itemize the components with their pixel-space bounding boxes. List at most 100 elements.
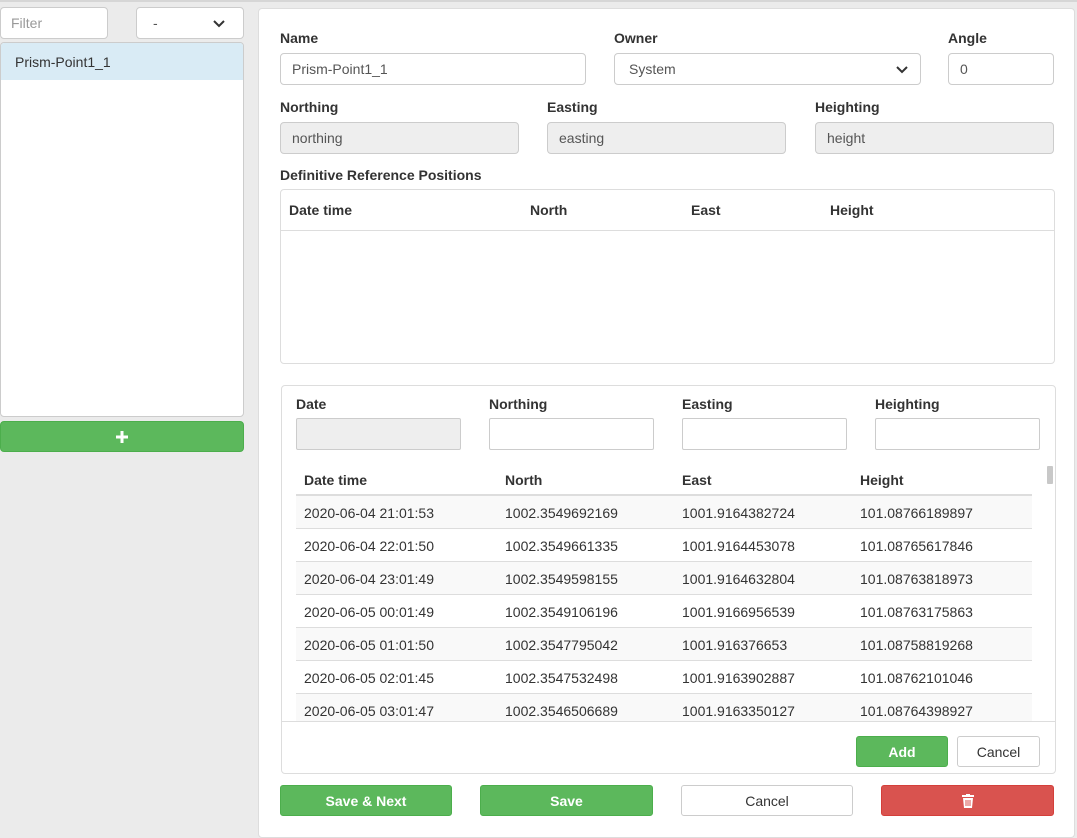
table-cell: 101.08763818973 [860,571,973,587]
column-header[interactable]: North [505,472,542,488]
table-cell: 1002.3549692169 [505,505,618,521]
table-row[interactable]: 2020-06-04 22:01:50 1002.3549661335 1001.9… [296,529,1032,562]
northing-field[interactable]: northing [280,122,519,154]
column-header[interactable]: Date time [304,472,367,488]
table-cell: 101.08764398927 [860,703,973,719]
save-button[interactable]: Save [480,785,653,816]
column-header[interactable]: North [530,202,567,218]
easting-field[interactable]: easting [547,122,786,154]
table-row[interactable]: 2020-06-04 23:01:49 1002.3549598155 1001.9… [296,562,1032,595]
column-header[interactable]: East [691,202,721,218]
name-field[interactable]: Prism-Point1_1 [280,53,586,85]
top-border [0,0,1077,2]
positions-table: Date time North East Height 2020-06-04 2… [296,464,1032,721]
cancel-button[interactable]: Cancel [681,785,853,816]
northing-placeholder: northing [292,130,343,146]
table-cell: 1001.9166956539 [682,604,795,620]
column-header[interactable]: Height [860,472,904,488]
owner-select[interactable]: System [614,53,921,85]
table-cell: 1002.3549106196 [505,604,618,620]
easting-placeholder: easting [559,130,605,146]
name-label: Name [280,30,319,46]
save-next-button[interactable]: Save & Next [280,785,452,816]
table-cell: 101.08763175863 [860,604,973,620]
table-cell: 2020-06-05 01:01:50 [304,637,434,653]
detail-panel: Name Prism-Point1_1 Owner System Angle 0… [258,8,1075,838]
name-value: Prism-Point1_1 [292,61,388,77]
heighting-label: Heighting [815,99,880,115]
table-cell: 1001.9163902887 [682,670,795,686]
easting-input[interactable] [682,418,847,450]
reference-title: Definitive Reference Positions [280,167,482,183]
sort-select[interactable]: - [136,7,244,39]
date-label: Date [296,396,327,412]
trash-icon [961,793,974,808]
angle-value: 0 [960,61,968,77]
owner-label: Owner [614,30,658,46]
reference-table-header: Date time North East Height [281,190,1054,231]
table-cell: 101.08762101046 [860,670,973,686]
save-next-label: Save & Next [325,792,407,809]
cancel-label: Cancel [745,792,789,809]
table-cell: 101.08758819268 [860,637,973,653]
table-row[interactable]: 2020-06-05 00:01:49 1002.3549106196 1001.9… [296,595,1032,628]
editor-cancel-button[interactable]: Cancel [957,736,1040,767]
editor-cancel-label: Cancel [976,743,1021,760]
northing-input[interactable] [489,418,654,450]
reference-table: Date time North East Height [280,189,1055,364]
editor-easting-label: Easting [682,396,733,412]
table-row[interactable]: 2020-06-04 21:01:53 1002.3549692169 1001.9… [296,496,1032,529]
chevron-down-icon [896,66,908,74]
table-cell: 1001.9164382724 [682,505,795,521]
list-item-label: Prism-Point1_1 [15,53,111,70]
table-row[interactable]: 2020-06-05 03:01:47 1002.3546506689 1001.9… [296,694,1032,721]
column-header[interactable]: East [682,472,712,488]
owner-value: System [629,61,676,77]
northing-label: Northing [280,99,339,115]
point-list: Prism-Point1_1 [0,42,244,417]
table-cell: 1002.3546506689 [505,703,618,719]
plus-icon [116,430,128,443]
add-point-button[interactable] [0,421,244,452]
table-cell: 1001.9163350127 [682,703,795,719]
heighting-input[interactable] [875,418,1040,450]
list-item[interactable]: Prism-Point1_1 [1,43,243,80]
positions-table-header: Date time North East Height [296,464,1032,496]
delete-button[interactable] [881,785,1054,816]
add-button-label: Add [888,743,916,760]
table-row[interactable]: 2020-06-05 02:01:45 1002.3547532498 1001.9… [296,661,1032,694]
filter-input[interactable] [0,7,108,39]
table-cell: 1001.916376653 [682,637,788,653]
add-button[interactable]: Add [856,736,948,767]
table-cell: 1001.9164632804 [682,571,795,587]
table-cell: 2020-06-05 03:01:47 [304,703,434,719]
table-cell: 1002.3549598155 [505,571,618,587]
scrollbar-thumb[interactable] [1047,466,1053,484]
table-cell: 2020-06-05 02:01:45 [304,670,434,686]
table-cell: 101.08766189897 [860,505,973,521]
easting-label: Easting [547,99,598,115]
heighting-placeholder: height [827,130,866,146]
save-label: Save [550,792,583,809]
chevron-down-icon [213,20,225,28]
table-row[interactable]: 2020-06-05 01:01:50 1002.3547795042 1001.9… [296,628,1032,661]
positions-table-body: 2020-06-04 21:01:53 1002.3549692169 1001.9… [296,496,1032,721]
column-header[interactable]: Date time [289,202,352,218]
table-cell: 1002.3547532498 [505,670,618,686]
table-cell: 1001.9164453078 [682,538,795,554]
table-cell: 2020-06-05 00:01:49 [304,604,434,620]
editor-footer-divider [282,721,1055,722]
table-cell: 1002.3549661335 [505,538,618,554]
sort-select-value: - [153,15,158,31]
heighting-field[interactable]: height [815,122,1054,154]
table-cell: 2020-06-04 23:01:49 [304,571,434,587]
angle-field[interactable]: 0 [948,53,1054,85]
date-input[interactable] [296,418,461,450]
position-editor: Date Northing Easting Heighting Date tim… [281,385,1056,774]
editor-heighting-label: Heighting [875,396,940,412]
table-cell: 2020-06-04 22:01:50 [304,538,434,554]
angle-label: Angle [948,30,987,46]
column-header[interactable]: Height [830,202,874,218]
editor-northing-label: Northing [489,396,548,412]
table-cell: 101.08765617846 [860,538,973,554]
